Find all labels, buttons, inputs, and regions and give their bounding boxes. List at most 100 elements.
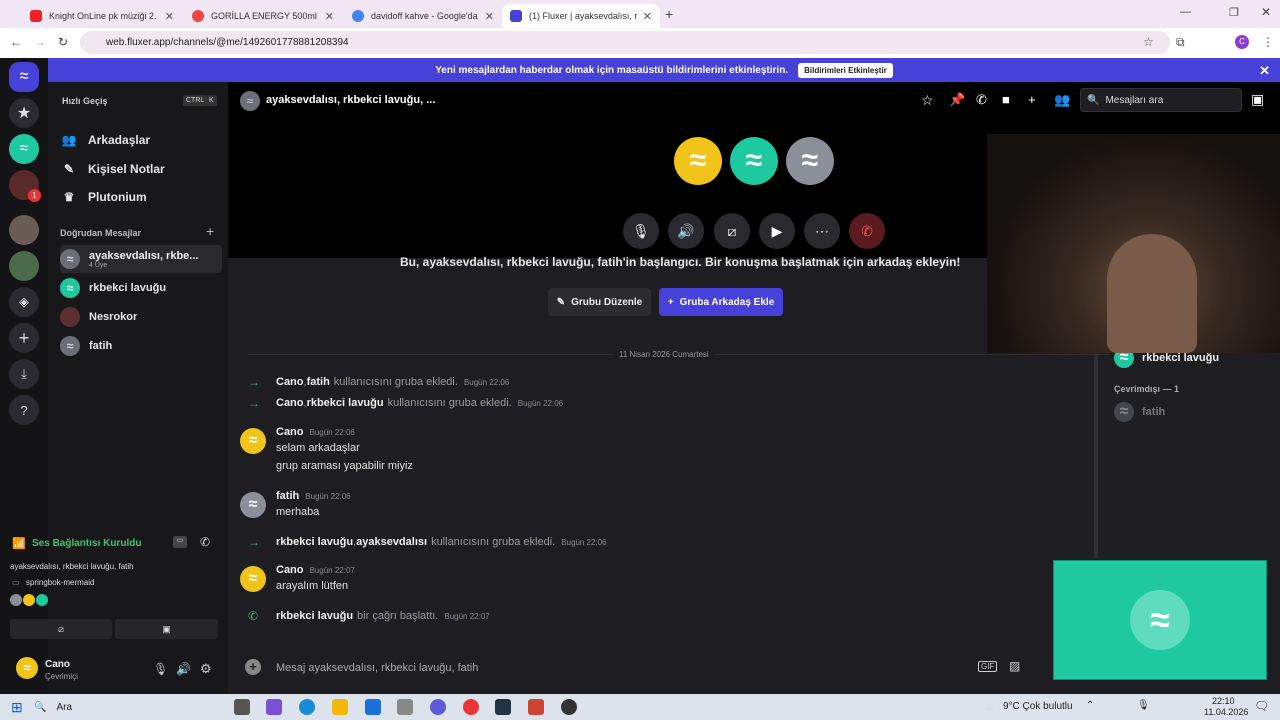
app-icon-2[interactable] [561,699,577,715]
close-tab-icon[interactable]: ✕ [485,10,494,23]
inbox-icon[interactable]: ▣ [1251,91,1264,108]
webcam-video[interactable] [987,134,1280,353]
video-call-icon[interactable]: ■ [1002,92,1010,107]
deafen-button[interactable]: 🔊 [668,213,704,249]
notification-center-icon[interactable]: 🗨 [1254,699,1269,713]
participant-avatar-cano[interactable]: ≈ [674,137,722,185]
store-icon[interactable] [397,699,413,715]
attach-plus-icon[interactable]: + [245,659,261,675]
close-window-icon[interactable]: ✕ [1261,5,1271,19]
message-avatar[interactable]: ≈ [240,566,266,592]
chrome-icon[interactable] [463,699,479,715]
app-icon[interactable] [495,699,511,715]
forward-icon[interactable]: → [34,35,46,49]
message-avatar[interactable]: ≈ [240,428,266,454]
mute-mic-button[interactable]: 🎙 [623,213,659,249]
add-server-icon[interactable]: + [9,323,39,353]
screen-share-button[interactable]: ▶ [759,213,795,249]
new-tab-icon[interactable]: + [665,6,673,22]
voice-call-icon[interactable]: ✆ [976,92,987,108]
sticker-icon[interactable]: ▨ [1009,659,1020,673]
menu-icon[interactable]: ⋮ [1262,35,1274,49]
add-dm-icon[interactable]: + [206,223,214,239]
message-avatar[interactable]: ≈ [240,492,266,518]
task-view-icon[interactable] [234,699,250,715]
add-friend-to-group-button[interactable]: + Gruba Arkadaş Ekle [659,288,783,316]
scrollbar[interactable] [1094,352,1098,558]
pin-icon[interactable]: 📌 [949,92,965,108]
mic-tray-icon[interactable]: 🎙 [1137,700,1150,711]
close-banner-icon[interactable]: ✕ [1259,63,1270,79]
favorites-star-icon[interactable]: ★ [9,98,39,128]
nav-notes[interactable]: ✎ Kişisel Notlar [60,162,165,176]
dm-item-nesrokor[interactable]: Nesrokor [60,304,222,330]
member-avatar[interactable]: ≈ [1114,402,1134,422]
download-icon[interactable]: ⤓ [9,359,39,389]
game-icon[interactable] [528,699,544,715]
profile-avatar[interactable]: C [1235,35,1249,49]
favorite-star-icon[interactable]: ☆ [921,92,934,109]
extensions-icon[interactable]: ⧉ [1176,35,1185,50]
monitor-icon: ▭ [12,578,20,587]
close-tab-icon[interactable]: ✕ [165,10,174,23]
maximize-icon[interactable]: ❐ [1229,6,1239,19]
clock-date[interactable]: 11.04.2026 [1204,707,1248,717]
end-call-button[interactable]: ✆ [849,213,885,249]
participant-avatar-rkbekci[interactable]: ≈ [730,137,778,185]
toggle-video-button[interactable]: ⧄ [10,619,112,639]
clock-time[interactable]: 22:10 [1212,696,1235,706]
user-avatar[interactable]: ≈ [16,657,38,679]
copilot-icon[interactable] [266,699,282,715]
pip-video-tile[interactable]: ≈ [1053,560,1267,680]
weather-text[interactable]: 9°C Çok bulutlu [1003,701,1073,712]
disconnect-call-icon[interactable]: ✆ [200,535,210,549]
search-input[interactable]: 🔍 Mesajları ara [1080,88,1242,112]
bookmark-star-icon[interactable]: ☆ [1143,35,1154,49]
speaker-icon[interactable]: 🔊 [176,662,191,676]
share-screen-button[interactable]: ▣ [115,619,218,639]
back-icon[interactable]: ← [10,35,22,49]
nav-plutonium[interactable]: ♛ Plutonium [60,190,147,204]
edge-icon[interactable] [299,699,315,715]
browser-tab-1[interactable]: Knight OnLine pk müziği 2. - Yo ✕ [22,4,182,28]
add-member-icon[interactable]: + [1028,92,1036,107]
minimize-icon[interactable]: — [1180,6,1191,18]
gif-icon[interactable]: GIF [978,661,998,672]
guild-icon-1[interactable]: ≈ [9,134,39,164]
outlook-icon[interactable] [365,699,381,715]
enable-notifications-button[interactable]: Bildirimleri Etkinleştir [798,62,893,78]
microphone-icon[interactable]: 🎙 [153,662,168,676]
message-input[interactable]: Mesaj ayaksevdalısı, rkbekci lavuğu, fat… [276,662,478,674]
address-bar[interactable]: web.fluxer.app/channels/@me/149260177888… [80,31,1170,54]
browser-tab-4[interactable]: (1) Fluxer | ayaksevdalısı, rkb ✕ [502,4,660,28]
settings-gear-icon[interactable]: ⚙ [200,661,212,677]
reload-icon[interactable]: ↻ [58,35,68,49]
more-options-button[interactable]: ⋯ [804,213,840,249]
member-online-name[interactable]: rkbekci lavuğu [1142,352,1219,364]
windows-start-icon[interactable]: ⊞ [11,699,23,716]
screen-share-icon[interactable]: ▭ [173,536,187,548]
discord-icon[interactable] [430,699,446,715]
explorer-icon[interactable] [332,699,348,715]
close-tab-icon[interactable]: ✕ [325,10,334,23]
participant-avatar-fatih[interactable]: ≈ [786,137,834,185]
dm-item-rkbekci[interactable]: ≈ rkbekci lavuğu [60,275,222,301]
edit-group-button[interactable]: ✎ Grubu Düzenle [548,288,651,316]
explore-compass-icon[interactable]: ◈ [9,287,39,317]
dm-item-group[interactable]: ≈ ayaksevdalısı, rkbe... 4 Üye [60,245,222,273]
guild-icon-4[interactable] [9,251,39,281]
nav-friends[interactable]: 👥 Arkadaşlar [60,133,151,147]
tray-chevron-icon[interactable]: ⌃ [1086,700,1094,711]
guild-icon-3[interactable] [9,215,39,245]
camera-off-button[interactable]: ⧄ [714,213,750,249]
close-tab-icon[interactable]: ✕ [643,10,652,23]
browser-tab-2[interactable]: GORİLLA ENERGY 500ml X12 En ✕ [184,4,342,28]
browser-tab-3[interactable]: davidoff kahve - Google'da Ara ✕ [344,4,502,28]
dm-item-fatih[interactable]: ≈ fatih [60,333,222,359]
taskbar-search[interactable]: 🔍 Ara [34,697,224,717]
quick-switch-label[interactable]: Hızlı Geçiş [62,96,108,106]
members-list-icon[interactable]: 👥 [1054,92,1070,108]
member-offline-name[interactable]: fatih [1142,406,1165,418]
help-icon[interactable]: ? [9,395,39,425]
home-icon[interactable]: ≈ [9,62,39,92]
